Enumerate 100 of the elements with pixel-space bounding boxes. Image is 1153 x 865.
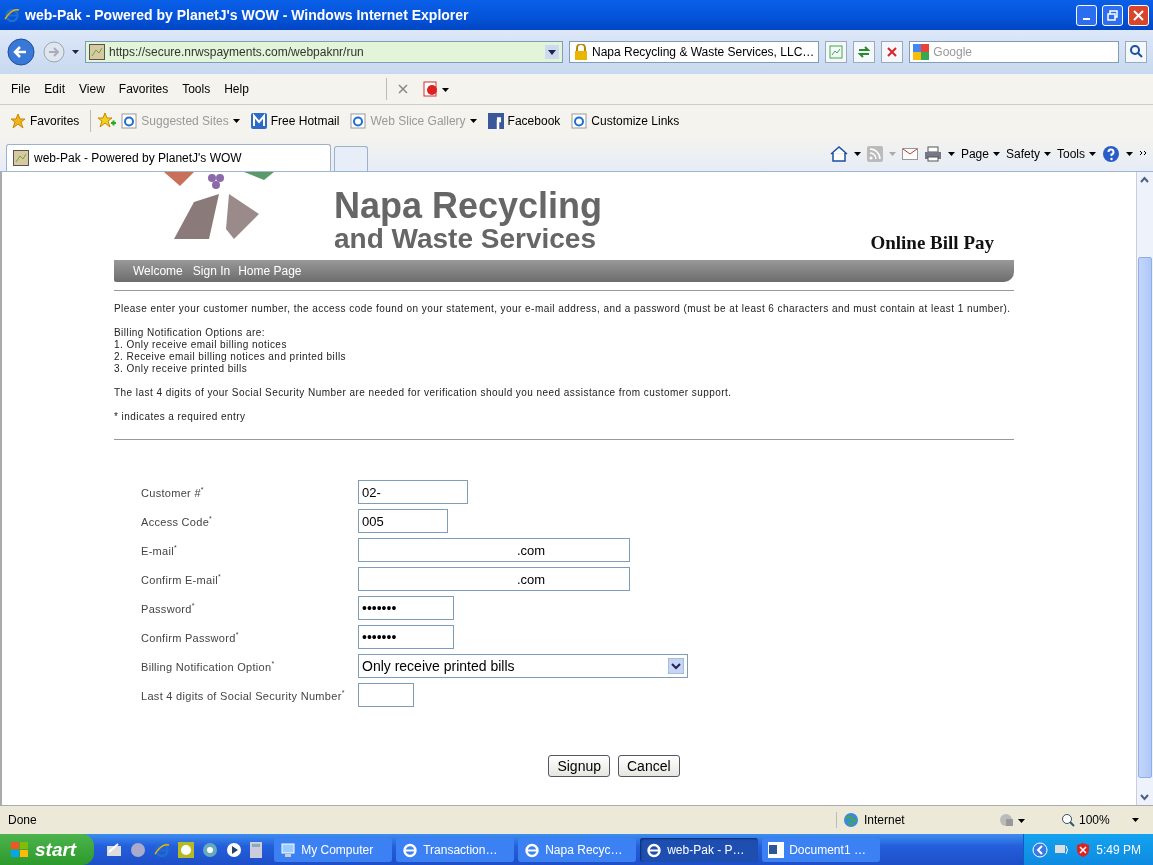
- protected-mode-icon[interactable]: [999, 812, 1025, 828]
- clock: 5:49 PM: [1096, 842, 1141, 857]
- taskbar-button[interactable]: Document1 …: [762, 837, 881, 862]
- instruction-text: 2. Receive email billing notices and printed bills: [114, 351, 348, 363]
- chevron-icon[interactable]: [1139, 150, 1147, 158]
- nav-link[interactable]: Home Page: [237, 264, 303, 278]
- field-label: Confirm Password$^{*}$: [141, 630, 240, 644]
- nav-link[interactable]: Sign In: [191, 264, 232, 278]
- close-button[interactable]: [1128, 4, 1149, 26]
- minimize-icon: [1083, 18, 1090, 20]
- letter-f-icon: [487, 113, 504, 129]
- select-field[interactable]: Only receive printed bills: [358, 654, 688, 678]
- instruction-text: * indicates a required entry: [114, 411, 247, 423]
- stop-button[interactable]: [881, 41, 904, 63]
- caret-icon: [1044, 152, 1051, 156]
- menu-item[interactable]: Help: [217, 82, 256, 96]
- field-label: Password$^{*}$: [141, 601, 196, 615]
- dropdown-icon: [668, 658, 684, 674]
- instruction-text: Billing Notification Options are:: [114, 327, 267, 339]
- computer-icon: [280, 841, 297, 858]
- command-menu[interactable]: Page: [960, 147, 1000, 161]
- security-report-field[interactable]: Napa Recycling & Waste Services, LLC…: [569, 41, 820, 63]
- caret-icon: [1126, 152, 1133, 156]
- back-button[interactable]: [6, 37, 36, 67]
- address-field[interactable]: https://secure.nrwspayments.com/webpaknr/run: [85, 41, 563, 63]
- refresh-icon: [857, 45, 872, 59]
- form-button[interactable]: Cancel: [618, 755, 680, 777]
- zoom-level[interactable]: 100%: [1061, 813, 1139, 827]
- close-icon[interactable]: [396, 83, 409, 95]
- home-icon[interactable]: [829, 146, 848, 162]
- taskbar-button[interactable]: Napa Recyc…: [518, 837, 637, 862]
- dropdown-icon[interactable]: [545, 45, 559, 59]
- instruction-text: 1. Only receive email billing notices: [114, 339, 288, 351]
- add-favorite-icon[interactable]: [96, 112, 117, 130]
- input-field[interactable]: .com: [358, 538, 630, 562]
- input-field[interactable]: [358, 683, 414, 707]
- window-title: web-Pak - Powered by PlanetJ's WOW - Windows Internet Explorer: [25, 7, 470, 23]
- minimize-button[interactable]: [1076, 4, 1097, 26]
- clock-icon[interactable]: [178, 841, 195, 858]
- instruction-text: Please enter your customer number, the access code found on your statement, your e-mail address, and a password (must be at least 6 characters and must contain at least 1 number).: [114, 303, 1012, 315]
- menu-item[interactable]: Edit: [37, 82, 73, 96]
- password-field[interactable]: •••••••: [358, 596, 454, 620]
- refresh-button[interactable]: [853, 41, 876, 63]
- menu-item[interactable]: Favorites: [111, 82, 176, 96]
- restore-icon: [1107, 9, 1118, 21]
- instruction-text: 3. Only receive printed bills: [114, 363, 249, 375]
- field-label: Billing Notification Option$^{*}$: [141, 659, 276, 673]
- browser-icon: [154, 841, 171, 858]
- lock-icon: [574, 44, 588, 60]
- browser-icon[interactable]: [202, 841, 219, 858]
- command-menu[interactable]: Safety: [1005, 147, 1051, 161]
- stop-icon: [886, 46, 899, 58]
- browser-tab[interactable]: web-Pak - Powered by PlanetJ's WOW: [6, 144, 331, 171]
- field-label: Customer #$^{*}$: [141, 485, 205, 499]
- taskbar-button[interactable]: My Computer: [274, 837, 393, 862]
- input-field[interactable]: .com: [358, 567, 630, 591]
- caret-icon: [992, 152, 1000, 156]
- close-icon: [1133, 9, 1144, 21]
- desktop-icon[interactable]: [106, 841, 123, 858]
- taskbar-button[interactable]: Transaction…: [396, 837, 515, 862]
- favorites-button[interactable]: Favorites: [10, 113, 80, 129]
- scrollbar[interactable]: [1136, 172, 1153, 805]
- field-label: Access Code$^{*}$: [141, 514, 214, 528]
- restore-button[interactable]: [1102, 4, 1123, 26]
- document-icon: [768, 841, 785, 858]
- favorites-link[interactable]: Free Hotmail: [250, 113, 340, 129]
- favorites-link[interactable]: Facebook: [487, 113, 561, 129]
- shield-icon[interactable]: [1076, 841, 1091, 858]
- caret-icon: [853, 152, 861, 156]
- mail-icon[interactable]: [901, 148, 918, 160]
- input-field[interactable]: 005: [358, 509, 448, 533]
- instruction-text: The last 4 digits of your Social Security Number are needed for verification should you need assistance from customer support.: [114, 387, 733, 399]
- field-label: E-mail$^{*}$: [141, 543, 178, 557]
- letter-m-icon: [250, 113, 267, 129]
- caret-icon: [1089, 152, 1096, 156]
- menu-item[interactable]: Tools: [175, 82, 218, 96]
- printer-icon[interactable]: [923, 146, 942, 162]
- browser-icon: [646, 841, 663, 858]
- globe-icon: [843, 812, 859, 828]
- form-button[interactable]: Signup: [548, 755, 610, 777]
- search-icon[interactable]: [1125, 41, 1147, 63]
- caret-icon: [232, 119, 240, 123]
- pdf-icon[interactable]: [422, 81, 449, 97]
- media-icon[interactable]: [130, 841, 147, 858]
- favorites-link[interactable]: Customize Links: [571, 113, 680, 129]
- help-icon[interactable]: [1102, 145, 1120, 163]
- nav-link[interactable]: Welcome: [132, 264, 184, 278]
- command-menu[interactable]: Tools: [1057, 147, 1096, 161]
- calculator-icon[interactable]: [250, 841, 263, 858]
- input-field[interactable]: 02-: [358, 480, 468, 504]
- taskbar-button[interactable]: web-Pak - P…: [640, 837, 759, 862]
- page-icon: [89, 44, 105, 60]
- field-label: Confirm E-mail$^{*}$: [141, 572, 222, 586]
- chart-icon: [829, 45, 844, 59]
- caret-icon: [1131, 818, 1139, 822]
- menu-item[interactable]: View: [72, 82, 112, 96]
- password-field[interactable]: •••••••: [358, 625, 454, 649]
- menu-item[interactable]: File: [4, 82, 38, 96]
- feed-caret-icon: [888, 152, 896, 156]
- play-icon[interactable]: [226, 841, 243, 858]
